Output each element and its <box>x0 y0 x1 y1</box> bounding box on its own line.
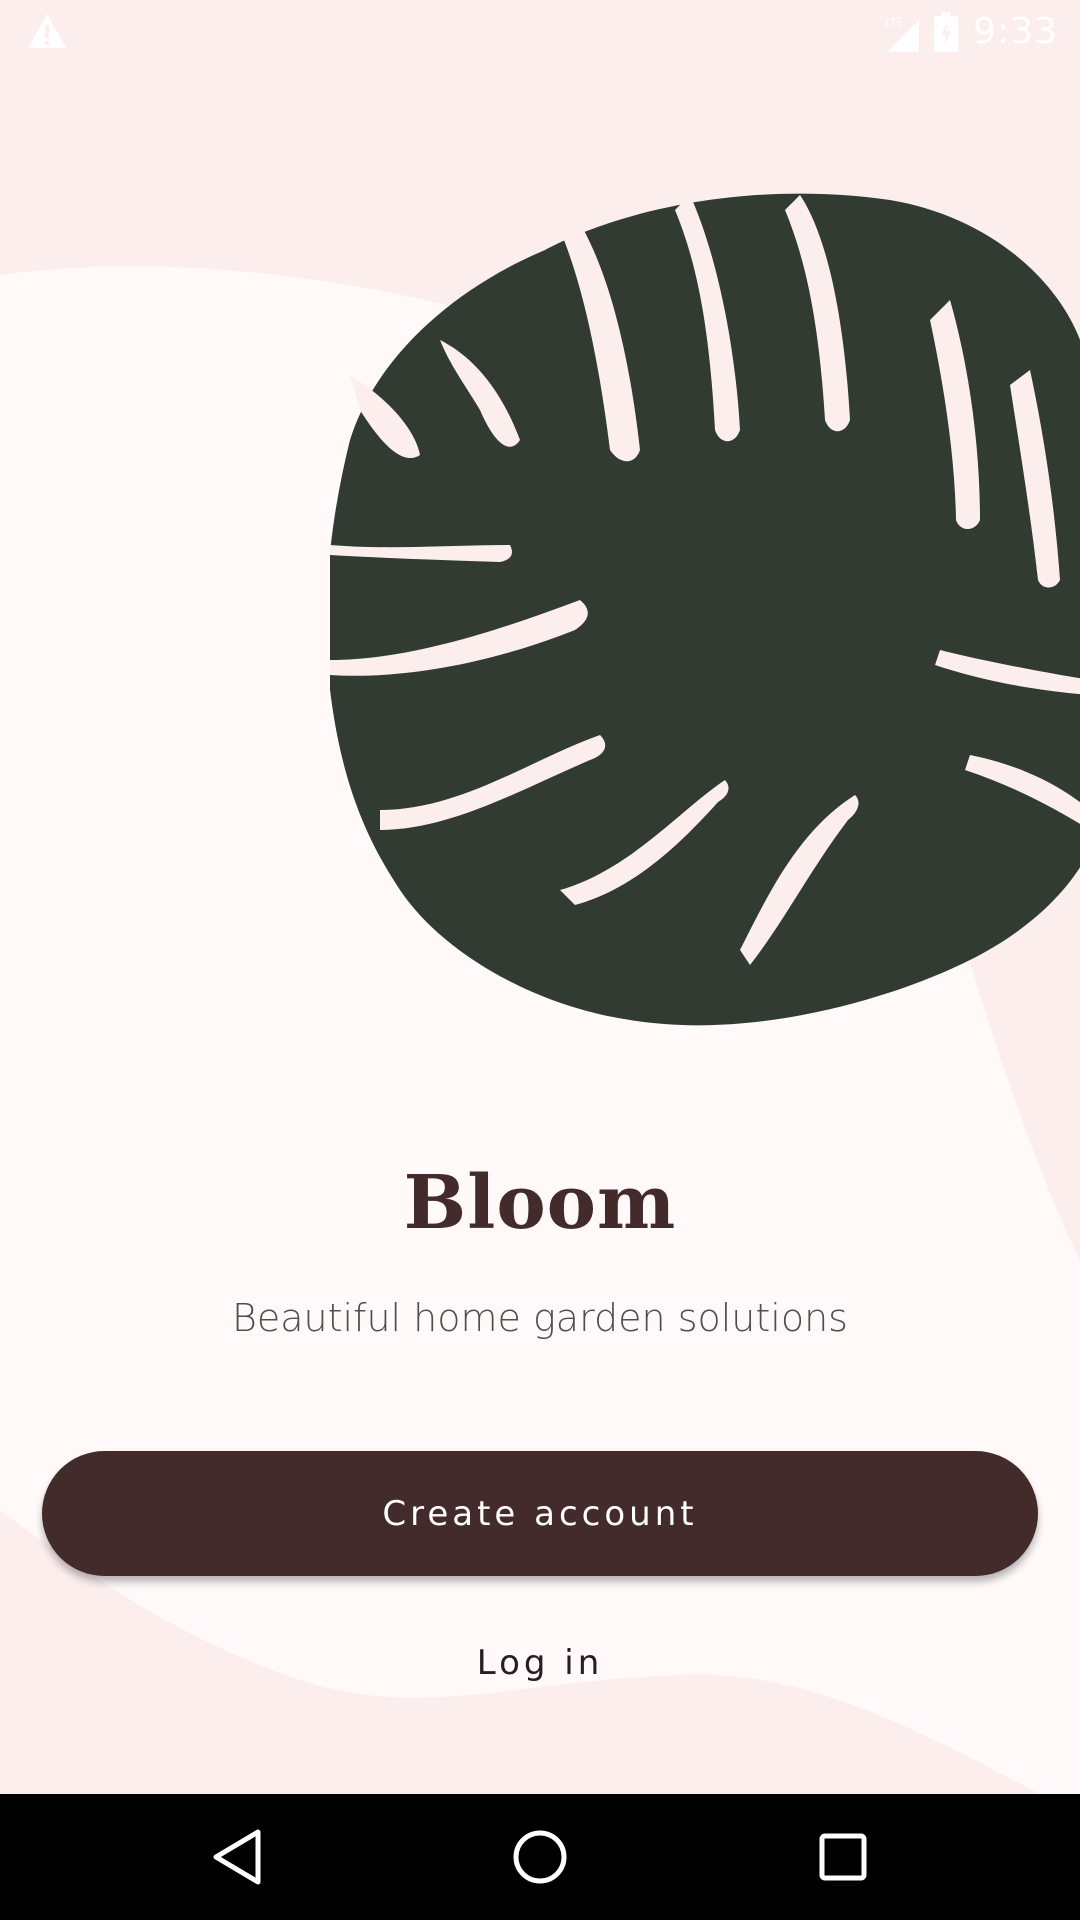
app-tagline: Beautiful home garden solutions <box>232 1296 848 1340</box>
network-type-label: LTE <box>885 16 903 29</box>
battery-charging-icon <box>934 11 959 52</box>
status-icons: LTE 9:33 <box>885 0 1058 63</box>
log-in-button[interactable]: Log in <box>380 1630 700 1696</box>
warning-icon <box>28 14 66 48</box>
navigation-bar <box>0 1794 1080 1920</box>
status-clock: 9:33 <box>973 11 1058 52</box>
status-bar: LTE 9:33 <box>0 0 1080 63</box>
create-account-button[interactable]: Create account <box>42 1451 1038 1576</box>
app-title: Bloom <box>403 1160 677 1246</box>
recents-square-icon[interactable] <box>808 1822 878 1892</box>
home-circle-icon[interactable] <box>505 1822 575 1892</box>
monstera-leaf-illustration <box>330 193 1080 1026</box>
signal-icon: LTE <box>885 12 920 52</box>
back-triangle-icon[interactable] <box>202 1822 272 1892</box>
